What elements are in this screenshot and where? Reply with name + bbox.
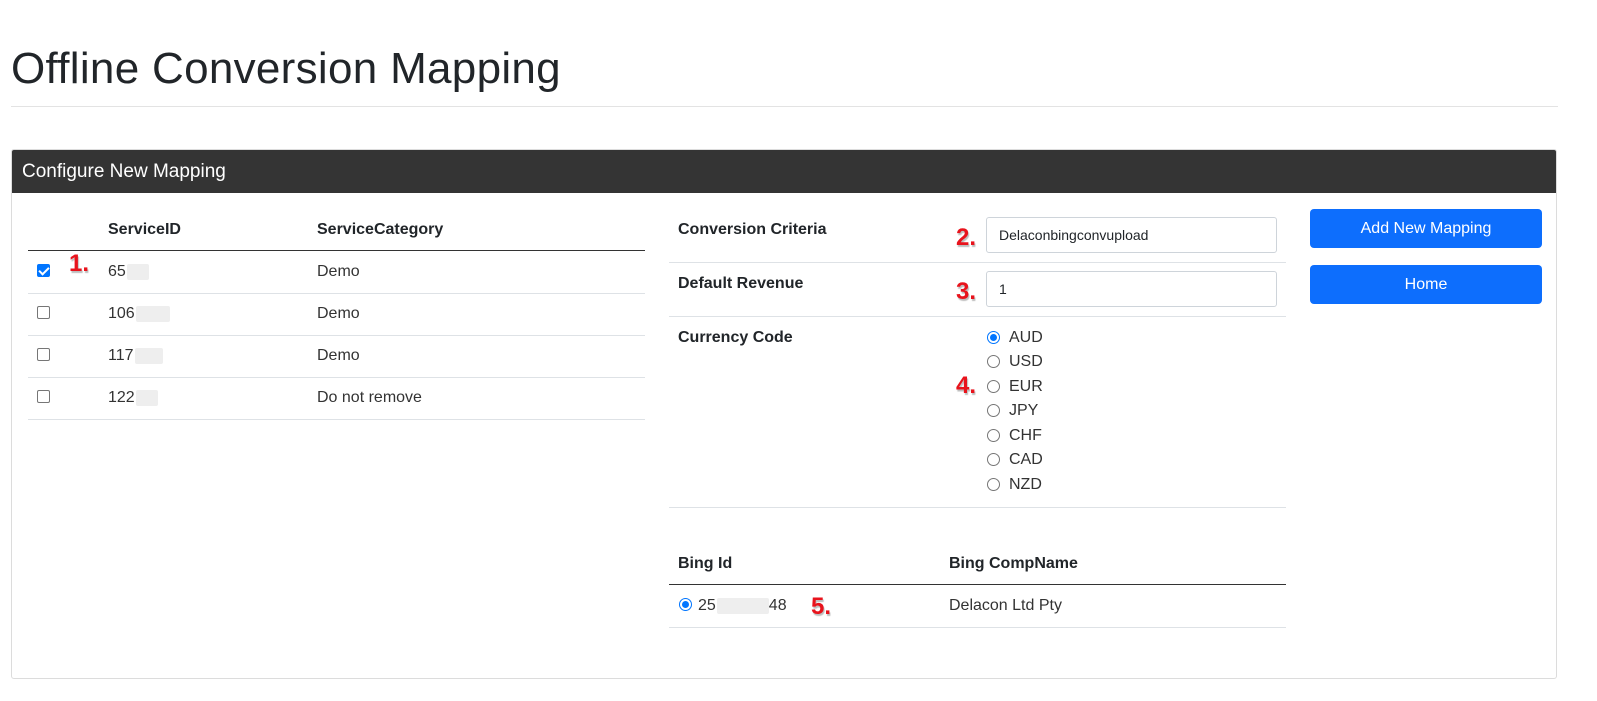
currency-label-chf: CHF xyxy=(1009,427,1042,444)
currency-label-cad: CAD xyxy=(1009,451,1043,468)
default-revenue-input[interactable]: 1 xyxy=(986,271,1277,307)
form-row-divider xyxy=(669,262,1286,263)
currency-radio-eur[interactable] xyxy=(987,380,1000,393)
currency-label-usd: USD xyxy=(1009,353,1043,370)
currency-radio-aud[interactable] xyxy=(987,331,1000,344)
annotation-2: 2. xyxy=(956,224,977,251)
service-row-checkbox[interactable] xyxy=(37,390,50,403)
row-divider xyxy=(28,419,645,420)
redacted-mask xyxy=(135,389,158,406)
header-service-id: ServiceID xyxy=(108,221,181,238)
service-category-cell: Demo xyxy=(317,347,360,364)
currency-code-label: Currency Code xyxy=(678,329,793,346)
currency-label-jpy: JPY xyxy=(1009,402,1039,419)
service-row-checkbox[interactable] xyxy=(37,306,50,319)
redacted-mask xyxy=(135,305,170,322)
header-service-category: ServiceCategory xyxy=(317,221,444,238)
conversion-criteria-input[interactable]: Delaconbingconvupload xyxy=(986,217,1277,253)
annotation-5: 5. xyxy=(811,593,832,620)
currency-radio-chf[interactable] xyxy=(987,429,1000,442)
redacted-mask xyxy=(134,347,163,364)
currency-radio-usd[interactable] xyxy=(987,355,1000,368)
service-category-cell: Demo xyxy=(317,263,360,280)
row-divider xyxy=(28,335,645,336)
service-row-checkbox[interactable] xyxy=(37,348,50,361)
form-row-divider xyxy=(669,507,1286,508)
currency-radio-cad[interactable] xyxy=(987,453,1000,466)
add-new-mapping-button[interactable]: Add New Mapping xyxy=(1310,209,1542,248)
card-header: Configure New Mapping xyxy=(12,150,1556,193)
service-id-cell: 106 xyxy=(108,305,170,323)
currency-label-eur: EUR xyxy=(1009,378,1043,395)
service-row-checkbox[interactable] xyxy=(37,264,50,277)
service-category-cell: Do not remove xyxy=(317,389,422,406)
header-bing-compname: Bing CompName xyxy=(949,555,1078,572)
service-id-cell: 65 xyxy=(108,263,149,281)
redacted-mask xyxy=(716,597,769,614)
bing-id-cell: 25 48 xyxy=(698,597,787,614)
row-divider xyxy=(669,627,1286,628)
service-id-cell: 122 xyxy=(108,389,158,407)
home-button[interactable]: Home xyxy=(1310,265,1542,304)
bing-compname-cell: Delacon Ltd Pty xyxy=(949,597,1062,614)
annotation-3: 3. xyxy=(956,278,977,305)
title-divider xyxy=(11,106,1558,107)
row-divider xyxy=(28,377,645,378)
bing-header-rule xyxy=(669,584,1286,585)
services-header-rule xyxy=(28,250,645,251)
configure-mapping-card: Configure New Mapping ServiceID ServiceC… xyxy=(11,149,1557,679)
default-revenue-label: Default Revenue xyxy=(678,275,804,292)
row-divider xyxy=(28,293,645,294)
page-title: Offline Conversion Mapping xyxy=(11,44,561,93)
header-bing-id: Bing Id xyxy=(678,555,733,572)
service-category-cell: Demo xyxy=(317,305,360,322)
bing-row-radio[interactable] xyxy=(679,598,692,611)
annotation-4: 4. xyxy=(956,372,977,399)
currency-label-nzd: NZD xyxy=(1009,476,1042,493)
form-row-divider xyxy=(669,316,1286,317)
service-id-cell: 117 xyxy=(108,347,163,365)
redacted-mask xyxy=(126,263,149,280)
annotation-1: 1. xyxy=(69,250,90,277)
currency-radio-jpy[interactable] xyxy=(987,404,1000,417)
currency-label-aud: AUD xyxy=(1009,329,1043,346)
currency-radio-nzd[interactable] xyxy=(987,478,1000,491)
conversion-criteria-label: Conversion Criteria xyxy=(678,221,827,238)
